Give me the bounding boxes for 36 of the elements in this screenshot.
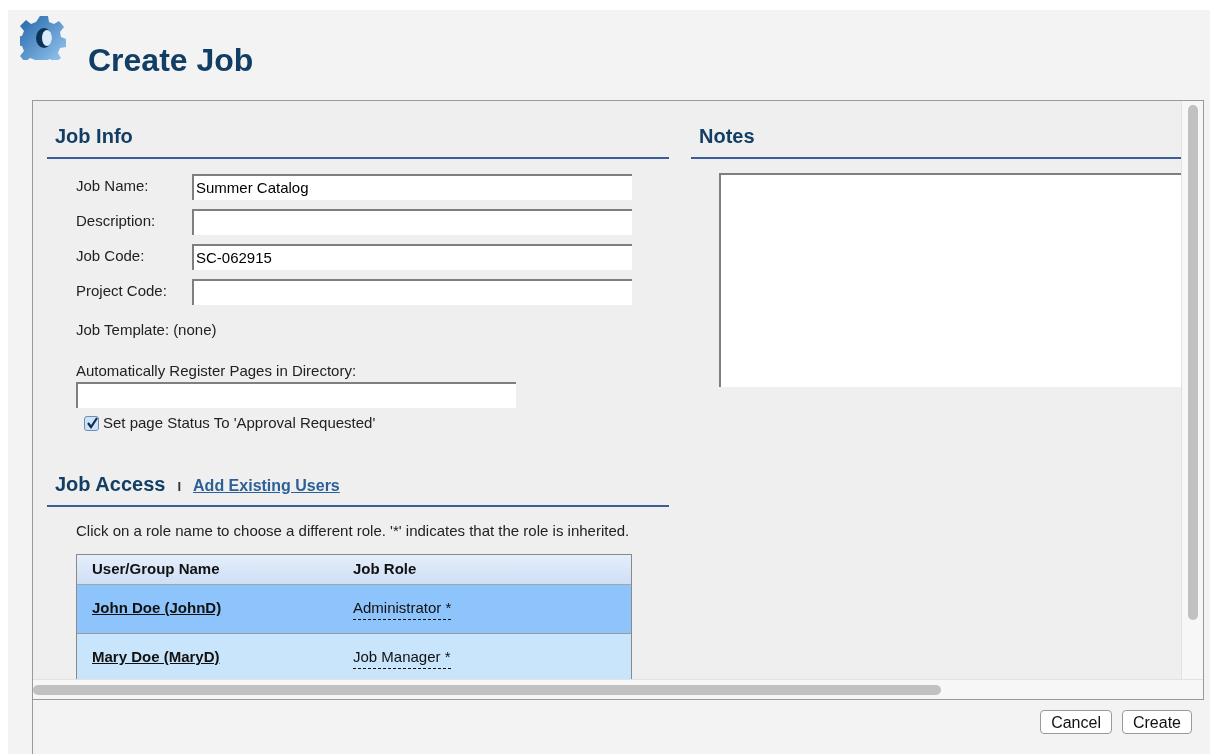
- text-field[interactable]: [192, 208, 632, 235]
- text-field[interactable]: [192, 278, 632, 305]
- field-label: Description:: [76, 211, 157, 232]
- user-link[interactable]: Mary Doe (MaryD): [77, 646, 353, 669]
- role-link[interactable]: Administrator *: [353, 596, 452, 621]
- text-field[interactable]: Summer Catalog: [192, 173, 632, 200]
- field-label: Project Code:: [76, 281, 168, 302]
- user-link[interactable]: John Doe (JohnD): [77, 597, 353, 620]
- column-header: Job Role: [353, 558, 418, 579]
- role-link[interactable]: Job Manager *: [353, 645, 451, 670]
- page-title: Create Job: [88, 41, 254, 80]
- gear-icon: [20, 14, 66, 60]
- dialog-button[interactable]: Create: [1121, 710, 1192, 734]
- checkbox-label: Set page Status To 'Approval Requested': [103, 413, 376, 433]
- separator: I: [177, 477, 182, 496]
- notes-field[interactable]: [719, 173, 1181, 387]
- text-field[interactable]: SC-062915: [192, 243, 632, 270]
- table-row[interactable]: John Doe (JohnD) Administrator *: [77, 584, 631, 634]
- field-label: Automatically Register Pages in Directory:: [76, 360, 358, 381]
- text-field[interactable]: [76, 382, 516, 408]
- checkbox[interactable]: [84, 415, 99, 431]
- vertical-scrollbar[interactable]: [1181, 101, 1203, 679]
- check-icon: [85, 417, 98, 430]
- table-row[interactable]: Mary Doe (MaryD) Job Manager *: [77, 633, 631, 679]
- hint-text: Click on a role name to choose a different role. '*' indicates that the role is inherited.: [76, 520, 631, 540]
- horizontal-scrollbar[interactable]: [33, 679, 1203, 699]
- field-label: Job Code:: [76, 246, 146, 267]
- field-value: (none): [173, 320, 217, 340]
- section-heading: Job Info: [47, 121, 669, 159]
- add-users-link[interactable]: Add Existing Users: [193, 473, 340, 498]
- field-label: Job Template:: [76, 320, 170, 340]
- section-heading: Job Access: [55, 471, 166, 497]
- dialog-button[interactable]: Cancel: [1040, 710, 1112, 734]
- field-label: Job Name:: [76, 176, 150, 197]
- section-heading: Notes: [691, 121, 1181, 159]
- column-header: User/Group Name: [91, 558, 221, 579]
